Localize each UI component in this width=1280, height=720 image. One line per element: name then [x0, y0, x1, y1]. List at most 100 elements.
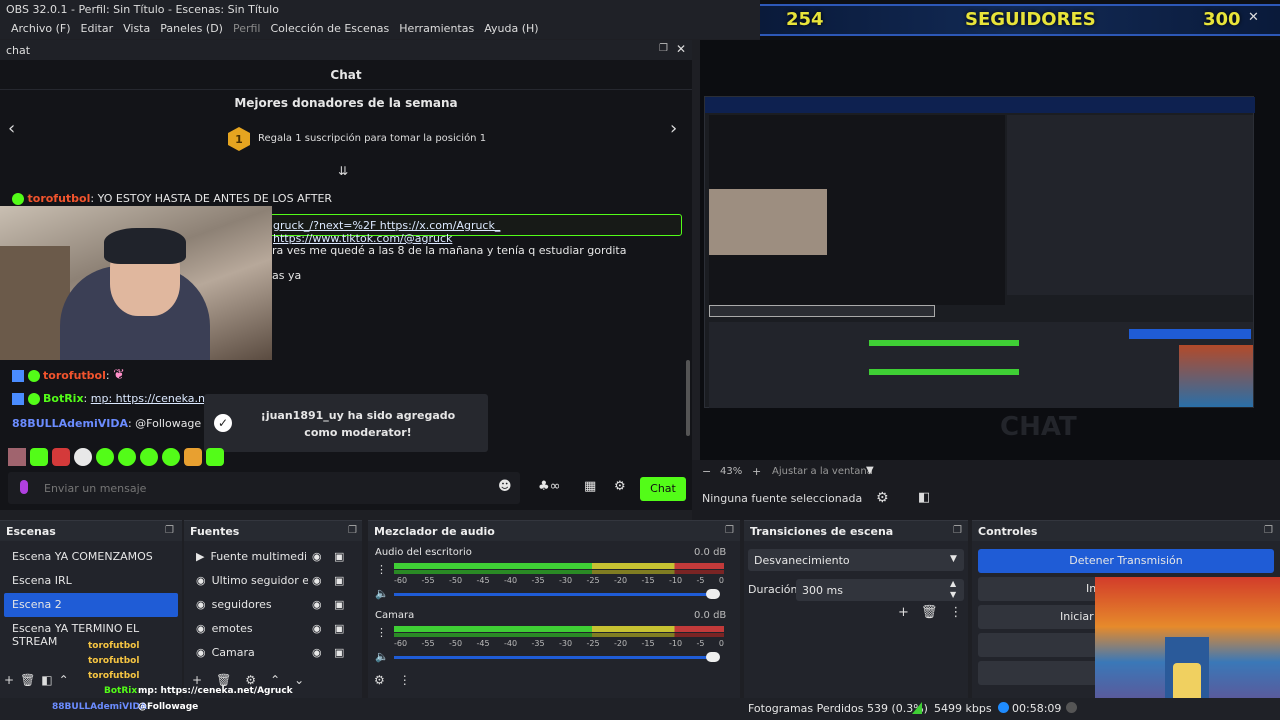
visibility-eye-icon[interactable]: ◉: [312, 622, 322, 635]
scene-item[interactable]: Escena YA TERMINO EL STREAM: [4, 617, 178, 648]
emote-icon[interactable]: [118, 448, 136, 466]
visibility-eye-icon[interactable]: ◉: [312, 598, 322, 611]
menu-item[interactable]: Colección de Escenas: [266, 19, 395, 39]
source-item[interactable]: ◉ Camara ◉ ▣: [188, 641, 358, 665]
lock-icon[interactable]: ▣: [334, 622, 344, 635]
visibility-eye-icon[interactable]: ◉: [312, 646, 322, 659]
undock-icon[interactable]: ❐: [165, 525, 174, 536]
scene-item[interactable]: Escena IRL: [4, 569, 178, 593]
chat-link-text[interactable]: gruck_/?next=%2F https://x.com/Agruck_ h…: [273, 219, 681, 245]
collapse-icon[interactable]: ⇊: [338, 164, 348, 178]
chat-scrollbar[interactable]: [686, 360, 690, 436]
reward-icon[interactable]: ♣∞: [538, 479, 560, 494]
move-up-button[interactable]: ⌃: [270, 673, 280, 687]
chat-username[interactable]: BotRix: [43, 392, 84, 405]
chevron-down-icon[interactable]: ▼: [866, 465, 874, 476]
undock-icon[interactable]: ❐: [725, 525, 734, 536]
source-item[interactable]: ◉ seguidores ◉ ▣: [188, 593, 358, 617]
add-scene-button[interactable]: +: [4, 673, 14, 687]
duration-input[interactable]: 300 ms ▲ ▼: [796, 579, 964, 601]
move-up-button[interactable]: ⌃: [59, 673, 69, 687]
stepper-up-icon[interactable]: ▲: [950, 579, 956, 588]
scene-item[interactable]: Escena YA COMENZAMOS: [4, 545, 178, 569]
more-options-icon[interactable]: ⋮: [949, 605, 962, 620]
emote-icon[interactable]: [52, 448, 70, 466]
emote-icon[interactable]: [96, 448, 114, 466]
undock-icon[interactable]: ❐: [348, 525, 357, 536]
menu-item[interactable]: Perfil: [228, 19, 266, 39]
emote-icon[interactable]: [8, 448, 26, 466]
undock-icon[interactable]: ❐: [1264, 525, 1273, 536]
lock-icon[interactable]: ▣: [334, 550, 344, 563]
close-window-icon[interactable]: ✕: [1248, 10, 1259, 25]
microphone-icon[interactable]: [20, 480, 28, 494]
close-icon[interactable]: ✕: [676, 42, 686, 56]
visibility-eye-icon[interactable]: ◉: [312, 574, 322, 587]
undock-icon[interactable]: ❐: [953, 525, 962, 536]
zoom-in-button[interactable]: +: [752, 465, 761, 478]
add-transition-button[interactable]: +: [898, 605, 909, 620]
chevron-right-icon[interactable]: ›: [670, 118, 677, 139]
overlay-bot-line: mp: https://ceneka.net/Agruck: [138, 686, 293, 696]
volume-slider-handle[interactable]: [706, 589, 720, 599]
emote-icon[interactable]: [184, 448, 202, 466]
stepper-down-icon[interactable]: ▼: [950, 590, 956, 599]
filter-scene-button[interactable]: ◧: [41, 673, 52, 687]
store-icon[interactable]: ▦: [584, 479, 596, 494]
more-options-icon[interactable]: ⋮: [399, 673, 411, 687]
visibility-eye-icon[interactable]: ◉: [312, 550, 322, 563]
chat-username[interactable]: 88BULLAdemiVIDA: [12, 417, 128, 430]
gear-icon[interactable]: ⚙: [245, 673, 256, 687]
lock-icon[interactable]: ▣: [334, 574, 344, 587]
message-input-box[interactable]: ☻: [8, 472, 520, 504]
source-item[interactable]: ◉ Ultimo seguidor etc ◉ ▣: [188, 569, 358, 593]
stop-stream-button[interactable]: Detener Transmisión: [978, 549, 1274, 573]
menu-item[interactable]: Archivo (F): [6, 19, 76, 39]
menu-item[interactable]: Editar: [76, 19, 119, 39]
emote-icon[interactable]: [206, 448, 224, 466]
speaker-icon[interactable]: 🔈: [375, 650, 389, 663]
program-preview[interactable]: CHAT: [700, 40, 1280, 460]
more-options-icon[interactable]: ⋮: [376, 563, 387, 576]
scale-tick: -20: [614, 576, 628, 585]
source-item[interactable]: ◉ emotes ◉ ▣: [188, 617, 358, 641]
scene-item[interactable]: Escena 2: [4, 593, 178, 617]
more-options-icon[interactable]: ⋮: [376, 626, 387, 639]
source-properties-icon[interactable]: ⚙: [876, 490, 889, 506]
source-item[interactable]: ▶ Fuente multimedia 4 ◉ ▣: [188, 545, 358, 569]
move-down-button[interactable]: ⌄: [294, 673, 304, 687]
emote-icon[interactable]: [140, 448, 158, 466]
undock-icon[interactable]: ❐: [659, 43, 668, 54]
status-bar: Fotogramas Perdidos 539 (0.3%) 5499 kbps…: [0, 686, 1280, 720]
menu-item[interactable]: Ayuda (H): [479, 19, 543, 39]
emote-icon[interactable]: [162, 448, 180, 466]
speaker-icon[interactable]: 🔈: [375, 587, 389, 600]
zoom-out-button[interactable]: −: [702, 465, 711, 478]
fit-window-button[interactable]: Ajustar a la ventana: [772, 466, 873, 477]
add-source-button[interactable]: +: [192, 673, 202, 687]
emote-icon[interactable]: [74, 448, 92, 466]
emoji-icon[interactable]: ☻: [498, 479, 512, 494]
gear-icon[interactable]: ⚙: [614, 479, 626, 494]
volume-slider-track[interactable]: [394, 656, 712, 659]
message-input[interactable]: [44, 478, 484, 498]
chat-username[interactable]: torofutbol: [28, 192, 91, 205]
menu-item[interactable]: Herramientas: [394, 19, 479, 39]
remove-scene-button[interactable]: 🗑: [20, 673, 35, 687]
lock-icon[interactable]: ▣: [334, 646, 344, 659]
source-filters-icon[interactable]: ◧: [918, 490, 930, 505]
chat-link-text[interactable]: mp: https://ceneka.net/: [91, 392, 220, 405]
chevron-left-icon[interactable]: ‹: [8, 118, 15, 139]
emote-icon[interactable]: [30, 448, 48, 466]
volume-slider-handle[interactable]: [706, 652, 720, 662]
volume-slider-track[interactable]: [394, 593, 712, 596]
mixer-settings-icon[interactable]: ⚙: [374, 673, 385, 687]
lock-icon[interactable]: ▣: [334, 598, 344, 611]
remove-transition-button[interactable]: 🗑: [921, 605, 938, 620]
send-chat-button[interactable]: Chat: [640, 477, 686, 501]
menu-item[interactable]: Vista: [118, 19, 155, 39]
menu-item[interactable]: Paneles (D): [155, 19, 228, 39]
transition-select[interactable]: Desvanecimiento ▼: [748, 549, 964, 571]
remove-source-button[interactable]: 🗑: [216, 673, 231, 687]
chat-username[interactable]: torofutbol: [43, 369, 106, 382]
